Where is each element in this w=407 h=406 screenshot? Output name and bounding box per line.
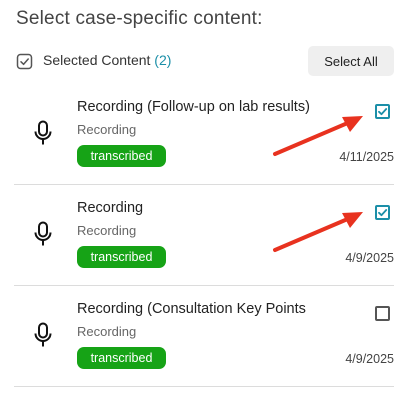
item-date: 4/9/2025 (345, 352, 394, 366)
list-item[interactable]: Recording Recording transcribed 4/9/2025 (14, 185, 394, 286)
item-checkbox[interactable] (375, 104, 390, 119)
microphone-icon (34, 120, 52, 145)
item-title: Recording (Consultation Key Points (77, 301, 306, 317)
item-title: Recording (Follow-up on lab results) (77, 99, 310, 115)
select-all-button[interactable]: Select All (308, 46, 394, 76)
checkbox-selected-icon (16, 53, 33, 70)
item-date: 4/11/2025 (339, 150, 394, 164)
selected-content-bar: Selected Content (2) Select All (16, 46, 394, 78)
page-title: Select case-specific content: (16, 8, 263, 29)
item-checkbox[interactable] (375, 205, 390, 220)
checkmark-icon (378, 209, 388, 217)
status-badge: transcribed (77, 246, 166, 268)
selected-content-label: Selected Content (2) (43, 52, 171, 68)
list-item[interactable]: Recording (Consultation Key Points Recor… (14, 286, 394, 387)
selected-count: (2) (154, 52, 172, 68)
item-date: 4/9/2025 (345, 251, 394, 265)
status-badge: transcribed (77, 145, 166, 167)
item-title: Recording (77, 200, 144, 216)
selected-content-text: Selected Content (43, 52, 151, 68)
microphone-icon (34, 322, 52, 347)
list-item[interactable]: Recording (Follow-up on lab results) Rec… (14, 84, 394, 185)
microphone-icon (34, 221, 52, 246)
checkmark-icon (378, 108, 388, 116)
content-list: Recording (Follow-up on lab results) Rec… (14, 84, 394, 387)
item-type: Recording (77, 122, 137, 137)
item-type: Recording (77, 223, 137, 238)
item-type: Recording (77, 324, 137, 339)
status-badge: transcribed (77, 347, 166, 369)
item-checkbox[interactable] (375, 306, 390, 321)
